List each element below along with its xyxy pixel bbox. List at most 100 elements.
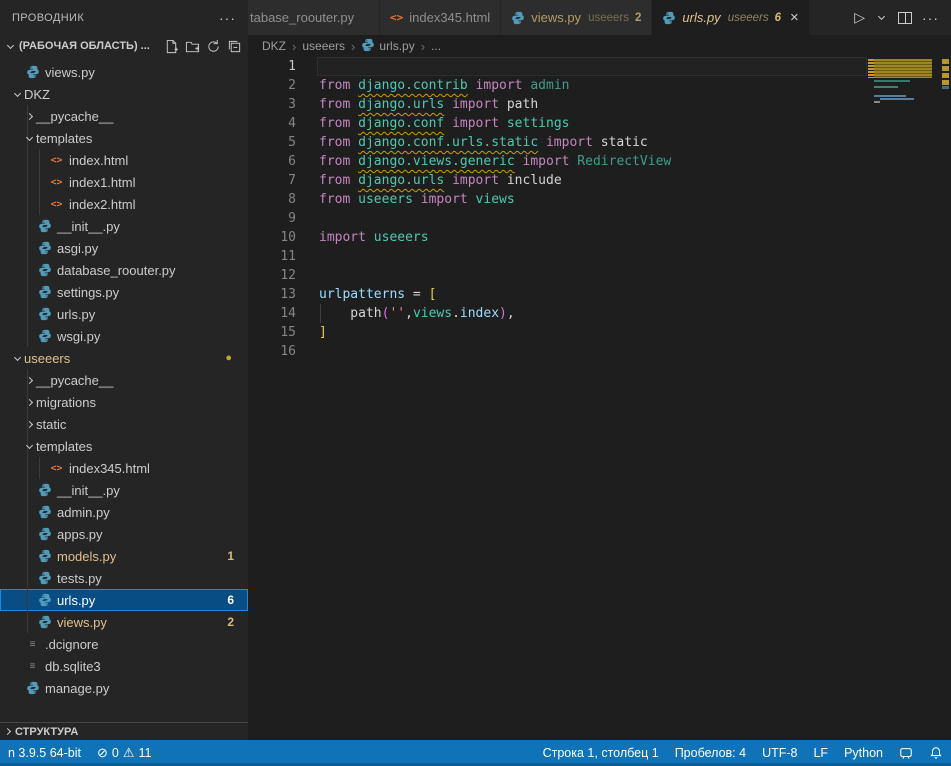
- run-dropdown-icon[interactable]: [878, 13, 885, 20]
- tab-views.py[interactable]: views.pyuseeers2: [501, 0, 651, 35]
- tree-item-manage.py[interactable]: manage.py: [0, 677, 248, 699]
- encoding-item[interactable]: UTF-8: [754, 746, 805, 760]
- tree-item-urls.py[interactable]: urls.py: [0, 303, 248, 325]
- refresh-icon[interactable]: [206, 39, 221, 54]
- tree-item-__init__.py[interactable]: __init__.py: [0, 215, 248, 237]
- tree-item-label: apps.py: [57, 527, 103, 542]
- tree-item-label: db.sqlite3: [45, 659, 101, 674]
- code-line-14[interactable]: 14 path('',views.index),: [248, 304, 951, 323]
- breadcrumb-folder[interactable]: useeers: [302, 39, 345, 53]
- tree-item-wsgi.py[interactable]: wsgi.py: [0, 325, 248, 347]
- minimap[interactable]: [868, 57, 940, 740]
- tree-item-asgi.py[interactable]: asgi.py: [0, 237, 248, 259]
- tree-folder-static[interactable]: static: [0, 413, 248, 435]
- tree-item-label: index2.html: [69, 197, 135, 212]
- tree-folder-templates[interactable]: templates: [0, 127, 248, 149]
- code-line-15[interactable]: 15]: [248, 323, 951, 342]
- tree-item-__init__.py[interactable]: __init__.py: [0, 479, 248, 501]
- outline-section-header[interactable]: СТРУКТУРА: [0, 722, 248, 740]
- python-icon: [38, 505, 52, 519]
- tree-item-.dcignore[interactable]: ≡.dcignore: [0, 633, 248, 655]
- line-number: 2: [248, 76, 296, 95]
- breadcrumb: DKZ › useeers › urls.py › ...: [248, 35, 951, 57]
- indent-guide: [27, 545, 28, 567]
- tree-item-database_roouter.py[interactable]: database_roouter.py: [0, 259, 248, 281]
- breadcrumb-symbol[interactable]: ...: [431, 39, 441, 53]
- code-line-11[interactable]: 11: [248, 247, 951, 266]
- collapse-all-icon[interactable]: [227, 39, 242, 54]
- explorer-more-icon[interactable]: ···: [219, 10, 236, 26]
- tree-item-models.py[interactable]: models.py1: [0, 545, 248, 567]
- workspace-section-header[interactable]: (РАБОЧАЯ ОБЛАСТЬ) ...: [0, 35, 248, 57]
- close-icon[interactable]: ×: [790, 10, 799, 25]
- tree-folder-migrations[interactable]: migrations: [0, 391, 248, 413]
- tree-item-admin.py[interactable]: admin.py: [0, 501, 248, 523]
- breadcrumb-separator: ›: [349, 39, 357, 54]
- code-line-5[interactable]: 5from django.conf.urls.static import sta…: [248, 133, 951, 152]
- notifications-bell-icon[interactable]: [921, 746, 951, 760]
- status-left: n 3.9.5 64-bit ⊘ 0 ⚠ 11: [0, 745, 159, 761]
- code-line-6[interactable]: 6from django.views.generic import Redire…: [248, 152, 951, 171]
- tab-urls.py[interactable]: urls.pyuseeers6×: [652, 0, 808, 35]
- tab-tabase_roouter.py[interactable]: tabase_roouter.py: [248, 0, 379, 35]
- code-line-4[interactable]: 4from django.conf import settings: [248, 114, 951, 133]
- tree-item-settings.py[interactable]: settings.py: [0, 281, 248, 303]
- tree-folder-useeers[interactable]: useeers●: [0, 347, 248, 369]
- tree-item-index.html[interactable]: <>index.html: [0, 149, 248, 171]
- eol-item[interactable]: LF: [805, 746, 836, 760]
- tree-item-index345.html[interactable]: <>index345.html: [0, 457, 248, 479]
- split-editor-icon[interactable]: [898, 12, 912, 24]
- code-line-3[interactable]: 3from django.urls import path: [248, 95, 951, 114]
- problems-item[interactable]: ⊘ 0 ⚠ 11: [89, 745, 160, 761]
- code-line-13[interactable]: 13urlpatterns = [: [248, 285, 951, 304]
- run-button[interactable]: ▷: [854, 9, 865, 26]
- indent-guide: [27, 589, 28, 611]
- line-number: 3: [248, 95, 296, 114]
- tree-item-views.py[interactable]: views.py: [0, 61, 248, 83]
- new-file-icon[interactable]: [164, 39, 179, 54]
- code-editor[interactable]: 12from django.contrib import admin3from …: [248, 57, 951, 740]
- line-content: from django.conf import settings: [319, 114, 569, 133]
- tree-item-tests.py[interactable]: tests.py: [0, 567, 248, 589]
- explorer-sidebar: ПРОВОДНИК ··· (РАБОЧАЯ ОБЛАСТЬ) ... view…: [0, 0, 248, 740]
- feedback-icon[interactable]: [891, 746, 921, 760]
- html-icon: <>: [48, 177, 65, 188]
- python-interpreter-item[interactable]: n 3.9.5 64-bit: [0, 746, 89, 760]
- tree-folder-DKZ[interactable]: DKZ: [0, 83, 248, 105]
- overview-ruler[interactable]: [940, 57, 951, 740]
- tree-item-label: admin.py: [57, 505, 110, 520]
- breadcrumb-file[interactable]: urls.py: [361, 38, 414, 55]
- cursor-position-item[interactable]: Строка 1, столбец 1: [535, 746, 667, 760]
- tree-item-views.py[interactable]: views.py2: [0, 611, 248, 633]
- code-line-10[interactable]: 10import useeers: [248, 228, 951, 247]
- tree-item-index1.html[interactable]: <>index1.html: [0, 171, 248, 193]
- tree-item-apps.py[interactable]: apps.py: [0, 523, 248, 545]
- new-folder-icon[interactable]: [185, 39, 200, 54]
- breadcrumb-folder[interactable]: DKZ: [262, 39, 286, 53]
- chevron-right-icon: [4, 728, 11, 735]
- code-line-16[interactable]: 16: [248, 342, 951, 361]
- code-line-8[interactable]: 8from useeers import views: [248, 190, 951, 209]
- status-right: Строка 1, столбец 1 Пробелов: 4 UTF-8 LF…: [535, 746, 951, 760]
- editor-more-icon[interactable]: ···: [922, 10, 939, 26]
- language-mode-item[interactable]: Python: [836, 746, 891, 760]
- tree-item-index2.html[interactable]: <>index2.html: [0, 193, 248, 215]
- code-line-1[interactable]: 1: [248, 57, 951, 76]
- tree-folder-templates[interactable]: templates: [0, 435, 248, 457]
- tab-index345.html[interactable]: <>index345.html: [380, 0, 500, 35]
- folder-twistie: [22, 422, 36, 427]
- file-icon: ≡: [24, 639, 41, 650]
- line-number: 5: [248, 133, 296, 152]
- python-icon: [38, 285, 52, 299]
- indentation-item[interactable]: Пробелов: 4: [667, 746, 754, 760]
- folder-twistie: [22, 137, 36, 140]
- code-line-9[interactable]: 9: [248, 209, 951, 228]
- code-line-7[interactable]: 7from django.urls import include: [248, 171, 951, 190]
- code-line-2[interactable]: 2from django.contrib import admin: [248, 76, 951, 95]
- tree-folder-__pycache__[interactable]: __pycache__: [0, 369, 248, 391]
- tree-item-db.sqlite3[interactable]: ≡db.sqlite3: [0, 655, 248, 677]
- line-content: import useeers: [319, 228, 429, 247]
- code-line-12[interactable]: 12: [248, 266, 951, 285]
- tree-item-urls.py[interactable]: urls.py6: [0, 589, 248, 611]
- tree-folder-__pycache__[interactable]: __pycache__: [0, 105, 248, 127]
